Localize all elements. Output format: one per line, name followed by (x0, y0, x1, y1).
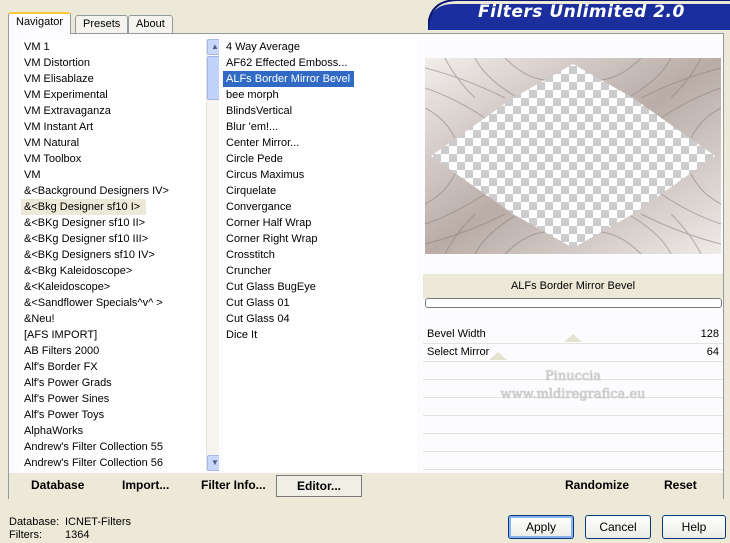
list-item[interactable]: AlphaWorks (21, 423, 219, 439)
list-item[interactable]: Corner Half Wrap (223, 215, 417, 231)
list-item[interactable]: Cirquelate (223, 183, 417, 199)
list-item[interactable]: [AFS IMPORT] (21, 327, 219, 343)
bevel-frame (425, 58, 721, 254)
list-item[interactable]: Andrew's Filter Collection 56 (21, 455, 219, 471)
param-row-bevel-width[interactable]: Bevel Width 128 (423, 326, 723, 344)
param-label: Bevel Width (427, 328, 486, 340)
param-value: 64 (706, 346, 719, 358)
list-item[interactable]: Cruncher (223, 263, 417, 279)
apply-button[interactable]: Apply (508, 515, 574, 539)
database-value: ICNET-Filters (65, 516, 131, 528)
list-item[interactable]: AF62 Effected Emboss... (223, 55, 417, 71)
category-items: VM 1 VM Distortion VM Elisablaze VM Experim… (21, 39, 219, 471)
cancel-button[interactable]: Cancel (585, 515, 651, 539)
param-label: Select Mirror (427, 346, 490, 358)
list-item[interactable]: VM Instant Art (21, 119, 219, 135)
scroll-up-button[interactable]: ▲ (207, 39, 219, 55)
list-item[interactable]: AB Filters 2000 (21, 343, 219, 359)
tab-presets[interactable]: Presets (75, 15, 129, 34)
filter-items: 4 Way Average AF62 Effected Emboss... ALFs… (223, 39, 417, 343)
list-item[interactable]: VM 1 (21, 39, 219, 55)
category-scrollbar[interactable]: ▲ ▼ (206, 39, 219, 471)
list-item[interactable]: &<BKg Designer sf10 II> (21, 215, 219, 231)
progress-bar (425, 298, 722, 308)
help-button[interactable]: Help (662, 515, 726, 539)
slider-marker[interactable] (489, 352, 507, 360)
list-item[interactable]: &<Kaleidoscope> (21, 279, 219, 295)
param-row-select-mirror[interactable]: Select Mirror 64 (423, 344, 723, 362)
list-item[interactable]: Alf's Border FX (21, 359, 219, 375)
panel-button-bar: Database Import... Filter Info... Editor… (9, 473, 723, 499)
slider-marker[interactable] (564, 334, 582, 342)
list-item[interactable]: &<BKg Designers sf10 IV> (21, 247, 219, 263)
database-button[interactable]: Database (31, 478, 84, 492)
scroll-down-button[interactable]: ▼ (207, 455, 219, 471)
list-item[interactable]: Blur 'em!... (223, 119, 417, 135)
list-item[interactable]: &<BKg Designer sf10 III> (21, 231, 219, 247)
banner-title: Filters Unlimited 2.0 (478, 2, 685, 22)
tab-about[interactable]: About (128, 15, 173, 34)
filter-name-label: ALFs Border Mirror Bevel (423, 274, 723, 298)
list-item[interactable]: &Neu! (21, 311, 219, 327)
list-item[interactable]: Cut Glass BugEye (223, 279, 417, 295)
list-item[interactable]: &<Background Designers IV> (21, 183, 219, 199)
list-item[interactable]: Crosstitch (223, 247, 417, 263)
watermark-line: Pinuccia (544, 369, 602, 384)
list-item[interactable]: VM Experimental (21, 87, 219, 103)
watermark-line: www.mldiregrafica.eu (500, 387, 646, 402)
filter-info-button[interactable]: Filter Info... (201, 478, 266, 492)
reset-button[interactable]: Reset (664, 478, 697, 492)
watermark: Pinuccia www.mldiregrafica.eu (423, 368, 723, 404)
param-row-empty (423, 452, 723, 470)
param-row-empty (423, 434, 723, 452)
list-item[interactable]: Dice It (223, 327, 417, 343)
list-item[interactable]: VM Natural (21, 135, 219, 151)
list-item[interactable]: Alf's Power Toys (21, 407, 219, 423)
list-item[interactable]: VM Toolbox (21, 151, 219, 167)
list-item[interactable]: 4 Way Average (223, 39, 417, 55)
list-item[interactable]: Alf's Power Sines (21, 391, 219, 407)
list-item[interactable]: Cut Glass 01 (223, 295, 417, 311)
import-button[interactable]: Import... (122, 478, 169, 492)
category-list[interactable]: VM 1 VM Distortion VM Elisablaze VM Experim… (21, 39, 219, 471)
list-item[interactable]: VM (21, 167, 219, 183)
list-item[interactable]: Circle Pede (223, 151, 417, 167)
list-item[interactable]: Corner Right Wrap (223, 231, 417, 247)
list-item[interactable]: BlindsVertical (223, 103, 417, 119)
selected-category[interactable]: &<Bkg Designer sf10 I> (21, 199, 147, 215)
database-info: Database: ICNET-Filters Filters: 1364 (9, 516, 131, 542)
scroll-thumb[interactable] (207, 56, 219, 100)
list-item[interactable]: bee morph (223, 87, 417, 103)
list-item[interactable]: VM Extravaganza (21, 103, 219, 119)
list-item[interactable]: Center Mirror... (223, 135, 417, 151)
list-item[interactable]: VM Distortion (21, 55, 219, 71)
list-item[interactable]: VM Elisablaze (21, 71, 219, 87)
param-value: 128 (700, 328, 719, 340)
list-item[interactable]: Cut Glass 04 (223, 311, 417, 327)
selected-filter[interactable]: ALFs Border Mirror Bevel (223, 71, 355, 87)
tab-navigator[interactable]: Navigator (8, 12, 72, 34)
filter-list[interactable]: 4 Way Average AF62 Effected Emboss... ALFs… (223, 39, 417, 471)
filters-count-label: Filters: (9, 529, 42, 541)
randomize-button[interactable]: Randomize (565, 478, 629, 492)
list-item[interactable]: &<Sandflower Specials^v^ > (21, 295, 219, 311)
title-banner: Filters Unlimited 2.0 (427, 0, 730, 31)
preview-image (425, 58, 721, 254)
filters-count-value: 1364 (65, 529, 90, 541)
editor-button[interactable]: Editor... (276, 475, 362, 497)
list-item[interactable]: Convergance (223, 199, 417, 215)
navigator-panel: VM 1 VM Distortion VM Elisablaze VM Experim… (8, 33, 724, 499)
list-item[interactable]: Andrew's Filter Collection 55 (21, 439, 219, 455)
database-label: Database: (9, 516, 60, 528)
list-item[interactable]: Alf's Power Grads (21, 375, 219, 391)
list-item[interactable]: Circus Maximus (223, 167, 417, 183)
list-item[interactable]: &<Bkg Kaleidoscope> (21, 263, 219, 279)
param-row-empty (423, 416, 723, 434)
